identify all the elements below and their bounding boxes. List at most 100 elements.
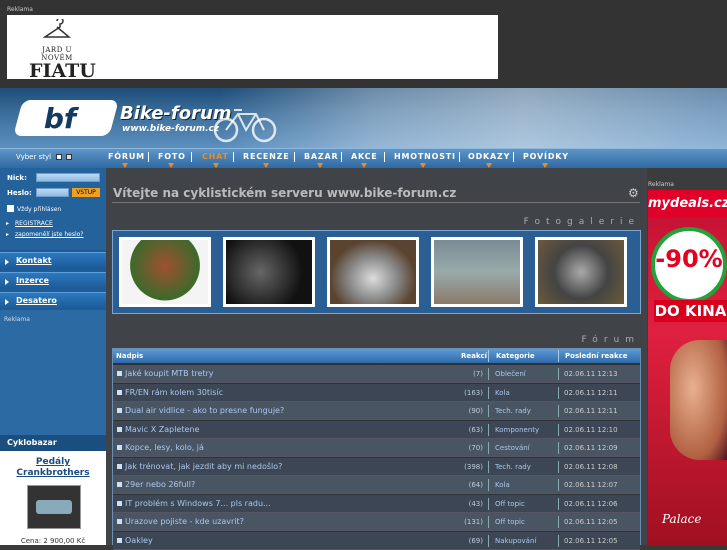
table-row[interactable]: Dual air vidlice - ako to presne funguje…	[113, 402, 640, 420]
gallery-heading: Fotogalerie	[523, 217, 640, 227]
cyclist-icon: ⚙	[628, 186, 639, 200]
forgot-password-link[interactable]: zapomenělí jste heslo?	[15, 231, 83, 238]
topic-title[interactable]: Oakley	[125, 536, 153, 545]
gallery-photo[interactable]	[223, 237, 315, 307]
top-ad-banner[interactable]: JARD U NOVÉM FIATU	[7, 15, 498, 82]
row-separator	[558, 405, 559, 417]
nav-hmotnosti[interactable]: HMOTNOSTI	[394, 152, 456, 161]
nick-label: Nick:	[7, 174, 27, 182]
cinema-brand: Palace	[662, 512, 702, 526]
nav-recenze[interactable]: RECENZE	[243, 152, 290, 161]
topic-title[interactable]: FR/EN rám kolem 30tisíc	[125, 388, 223, 397]
welcome-heading: Vítejte na cyklistickém serveru www.bike…	[113, 186, 457, 200]
topic-title[interactable]: 29er nebo 26full?	[125, 480, 195, 489]
topic-bullet-icon	[117, 482, 122, 487]
topic-category[interactable]: Oblečení	[495, 370, 526, 378]
row-separator	[488, 423, 489, 436]
nav-chat[interactable]: CHAT	[202, 152, 229, 161]
topic-category[interactable]: Kola	[495, 389, 510, 397]
topic-category[interactable]: Nakupování	[495, 537, 536, 545]
style-option-1[interactable]	[56, 154, 62, 160]
nav-separator	[384, 152, 385, 162]
remember-checkbox[interactable]	[7, 205, 14, 212]
divider	[112, 202, 640, 203]
topic-title[interactable]: Jaké koupit MTB tretry	[125, 369, 214, 378]
nav-separator	[148, 152, 149, 162]
row-separator	[488, 386, 489, 399]
login-button[interactable]: VSTUP	[72, 188, 100, 197]
row-separator	[558, 423, 559, 436]
nick-input[interactable]	[36, 173, 100, 182]
table-row[interactable]: IT problém s Windows 7... pls radu... (43…	[113, 494, 640, 513]
last-reply-date: 02.06.11 12:11	[564, 388, 618, 397]
password-label: Heslo:	[7, 189, 32, 197]
menu-desatero-label: Desatero	[16, 296, 57, 305]
last-reply-date: 02.06.11 12:13	[564, 370, 618, 378]
nav-bazar[interactable]: BAZAR	[304, 152, 338, 161]
topic-bullet-icon	[117, 537, 122, 543]
menu-kontakt-label: Kontakt	[16, 256, 52, 265]
nav-povidky[interactable]: POVÍDKY	[523, 152, 569, 161]
style-option-2[interactable]	[66, 154, 72, 160]
password-input[interactable]	[36, 188, 69, 197]
topic-category[interactable]: Cestování	[495, 444, 530, 452]
cyklobazar-title: Cyklobazar	[0, 435, 106, 451]
cyklobazar-item-link[interactable]: Pedály Crankbrothers	[0, 457, 106, 479]
menu-inzerce[interactable]: Inzerce	[0, 272, 106, 289]
topic-title[interactable]: Kopce, lesy, kolo, já	[125, 443, 204, 452]
cyklobazar-item-line2: Crankbrothers	[16, 468, 90, 478]
topic-category[interactable]: Off topic	[495, 518, 525, 526]
nav-odkazy[interactable]: ODKAZY	[468, 152, 510, 161]
topic-bullet-icon	[117, 371, 122, 376]
table-row[interactable]: 29er nebo 26full? (64) Kola 02.06.11 12:07	[113, 476, 640, 494]
gallery-photo[interactable]	[327, 237, 419, 307]
table-row[interactable]: Jaké koupit MTB tretry (7) Oblečení 02.06.1…	[113, 365, 640, 383]
reply-count: (398)	[464, 462, 483, 471]
ad-slogan: DO KINA	[654, 300, 727, 322]
nav-separator	[341, 152, 342, 162]
right-ad-label: Reklama	[648, 181, 674, 188]
register-link[interactable]: REGISTRACE	[15, 220, 53, 227]
gallery-photo[interactable]	[535, 237, 627, 307]
topic-category[interactable]: Tech. rady	[495, 463, 531, 471]
nav-akce[interactable]: AKCE	[351, 152, 378, 161]
table-row[interactable]: Kopce, lesy, kolo, já (70) Cestování 02.06.…	[113, 439, 640, 457]
topic-title[interactable]: Jak trénovat, jak jezdit aby mi nedošlo?	[125, 462, 282, 471]
gallery-photo[interactable]	[119, 237, 211, 307]
col-separator	[558, 350, 559, 362]
topic-title[interactable]: Urazove pojiste - kde uzavrit?	[125, 517, 244, 526]
left-ad-label: Reklama	[4, 316, 30, 323]
topic-title[interactable]: IT problém s Windows 7... pls radu...	[125, 499, 271, 508]
topic-category[interactable]: Off topic	[495, 500, 525, 508]
topic-title[interactable]: Mavic X Zapletene	[125, 425, 199, 434]
gallery-photo[interactable]	[431, 237, 523, 307]
menu-kontakt[interactable]: Kontakt	[0, 252, 106, 269]
table-row[interactable]: Jak trénovat, jak jezdit aby mi nedošlo?…	[113, 457, 640, 476]
nav-forum[interactable]: FÓRUM	[108, 152, 145, 161]
top-ad-label: Reklama	[7, 6, 33, 13]
topic-category[interactable]: Kola	[495, 481, 510, 489]
col-last-reply: Poslední reakce	[565, 352, 628, 360]
table-row[interactable]: FR/EN rám kolem 30tisíc (163) Kola 02.06.11…	[113, 383, 640, 402]
nav-foto[interactable]: FOTO	[158, 152, 186, 161]
row-separator	[558, 497, 559, 510]
table-row[interactable]: Oakley (69) Nakupování 02.06.11 12:05	[113, 531, 640, 550]
table-row[interactable]: Mavic X Zapletene (63) Komponenty 02.06.11 …	[113, 420, 640, 439]
col-replies: Reakcí	[461, 352, 488, 360]
row-separator	[488, 368, 489, 380]
site-logo[interactable]: bf	[13, 100, 119, 136]
hanger-icon	[43, 19, 71, 38]
arrow-right-icon	[5, 299, 9, 305]
topic-bullet-icon	[117, 445, 122, 450]
table-row[interactable]: Urazove pojiste - kde uzavrit? (131) Off t…	[113, 513, 640, 531]
topic-category[interactable]: Tech. rady	[495, 407, 531, 415]
reply-count: (70)	[468, 444, 483, 452]
cyklobazar-item-image[interactable]	[27, 485, 81, 529]
arrow-right-icon	[5, 259, 9, 265]
last-reply-date: 02.06.11 12:06	[564, 499, 618, 508]
nav-separator	[294, 152, 295, 162]
topic-category[interactable]: Komponenty	[495, 426, 539, 434]
menu-desatero[interactable]: Desatero	[0, 292, 106, 309]
fiat-ad-big-text: FIATU	[29, 60, 96, 82]
topic-title[interactable]: Dual air vidlice - ako to presne funguje…	[125, 406, 284, 415]
